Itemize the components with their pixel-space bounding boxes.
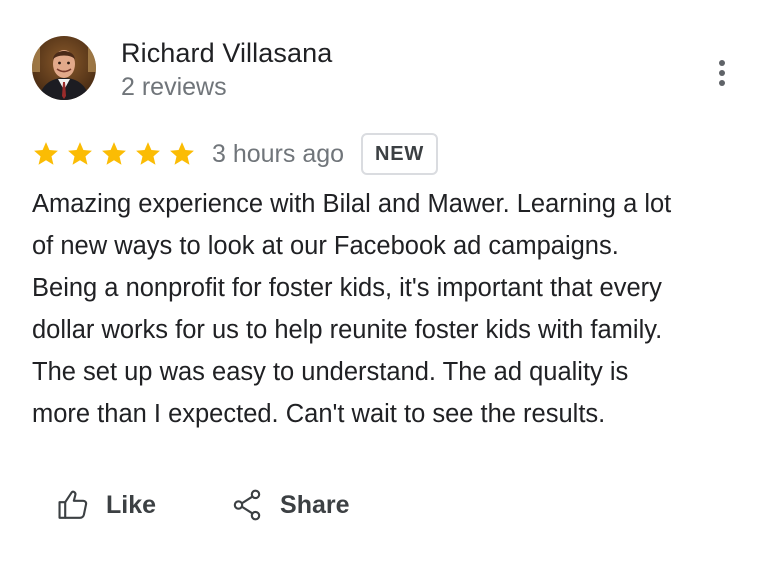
- like-label: Like: [106, 490, 157, 519]
- star-rating: [32, 140, 202, 168]
- more-options-button[interactable]: [712, 56, 732, 90]
- avatar-image: [32, 36, 96, 100]
- star-icon: [170, 142, 194, 165]
- review-time: 3 hours ago: [212, 139, 345, 168]
- star-icon: [136, 142, 160, 165]
- star-icon: [34, 142, 58, 165]
- new-badge: NEW: [361, 133, 439, 175]
- author-info: Richard Villasana 2 reviews: [121, 36, 332, 103]
- author-name[interactable]: Richard Villasana: [121, 36, 332, 70]
- review-text: Amazing experience with Bilal and Mawer.…: [32, 190, 672, 428]
- avatar[interactable]: [32, 36, 96, 100]
- share-icon: [233, 489, 261, 521]
- share-button[interactable]: Share: [230, 488, 350, 522]
- share-label: Share: [280, 490, 350, 519]
- author-review-count: 2 reviews: [121, 73, 227, 101]
- like-button[interactable]: Like: [56, 488, 156, 522]
- review-header: Richard Villasana 2 reviews: [32, 36, 332, 103]
- more-vert-icon: [719, 60, 725, 86]
- review-card: Richard Villasana 2 reviews 3 hours ago …: [0, 0, 782, 562]
- thumb-up-icon: [58, 490, 88, 519]
- rating-row: 3 hours ago NEW: [32, 133, 439, 175]
- star-icon: [102, 142, 126, 165]
- star-icon: [68, 142, 92, 165]
- review-actions: Like Share: [56, 488, 350, 522]
